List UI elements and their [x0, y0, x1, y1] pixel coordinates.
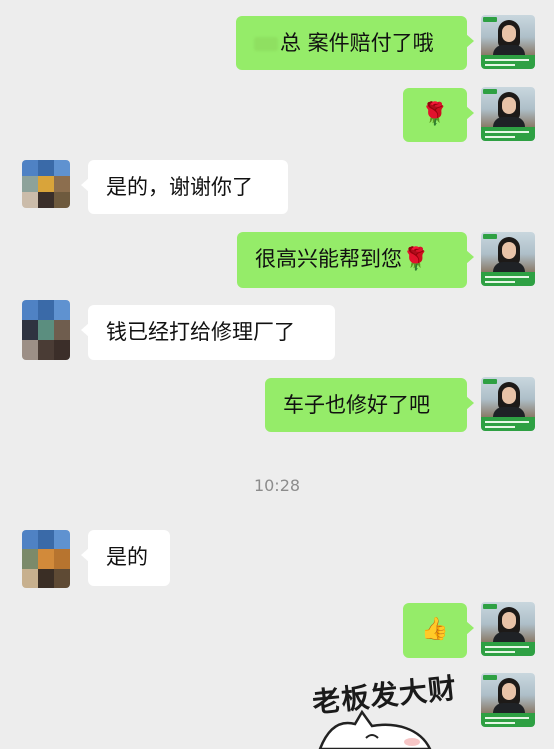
agent-avatar-icon[interactable]: [481, 15, 535, 69]
message-bubble-outgoing[interactable]: 👍: [403, 603, 474, 658]
message-bubble-outgoing[interactable]: 🌹: [403, 88, 474, 142]
agent-avatar-icon[interactable]: [481, 232, 535, 286]
user-avatar-icon[interactable]: [22, 300, 70, 360]
message-text: 车子也修好了吧: [283, 393, 430, 417]
message-bubble-incoming[interactable]: 是的，谢谢你了: [81, 160, 288, 214]
agent-avatar-icon[interactable]: [481, 602, 535, 656]
agent-avatar-icon[interactable]: [481, 87, 535, 141]
message-timestamp: 10:28: [253, 476, 301, 495]
message-bubble-outgoing[interactable]: 很高兴能帮到您🌹: [237, 232, 474, 288]
redacted-name: [254, 37, 278, 51]
message-text: 总 案件赔付了哦: [280, 31, 434, 55]
message-text: 很高兴能帮到您: [255, 247, 402, 271]
sticker-message[interactable]: 老板发大财: [300, 668, 470, 749]
message-bubble-incoming[interactable]: 钱已经打给修理厂了: [81, 305, 335, 360]
message-text: 钱已经打给修理厂了: [106, 320, 295, 344]
message-text: 是的，谢谢你了: [106, 175, 253, 199]
message-bubble-outgoing[interactable]: 总 案件赔付了哦: [236, 16, 474, 70]
rose-emoji: 🌹: [402, 247, 430, 272]
rose-emoji: 🌹: [421, 102, 449, 127]
agent-avatar-icon[interactable]: [481, 673, 535, 727]
agent-avatar-icon[interactable]: [481, 377, 535, 431]
user-avatar-icon[interactable]: [22, 530, 70, 588]
cat-sticker-icon: [318, 709, 432, 749]
message-bubble-outgoing[interactable]: 车子也修好了吧: [265, 378, 474, 432]
message-text: 是的: [106, 545, 148, 569]
user-avatar-icon[interactable]: [22, 160, 70, 208]
thumbs-up-emoji: 👍: [421, 617, 449, 642]
message-bubble-incoming[interactable]: 是的: [81, 530, 170, 586]
